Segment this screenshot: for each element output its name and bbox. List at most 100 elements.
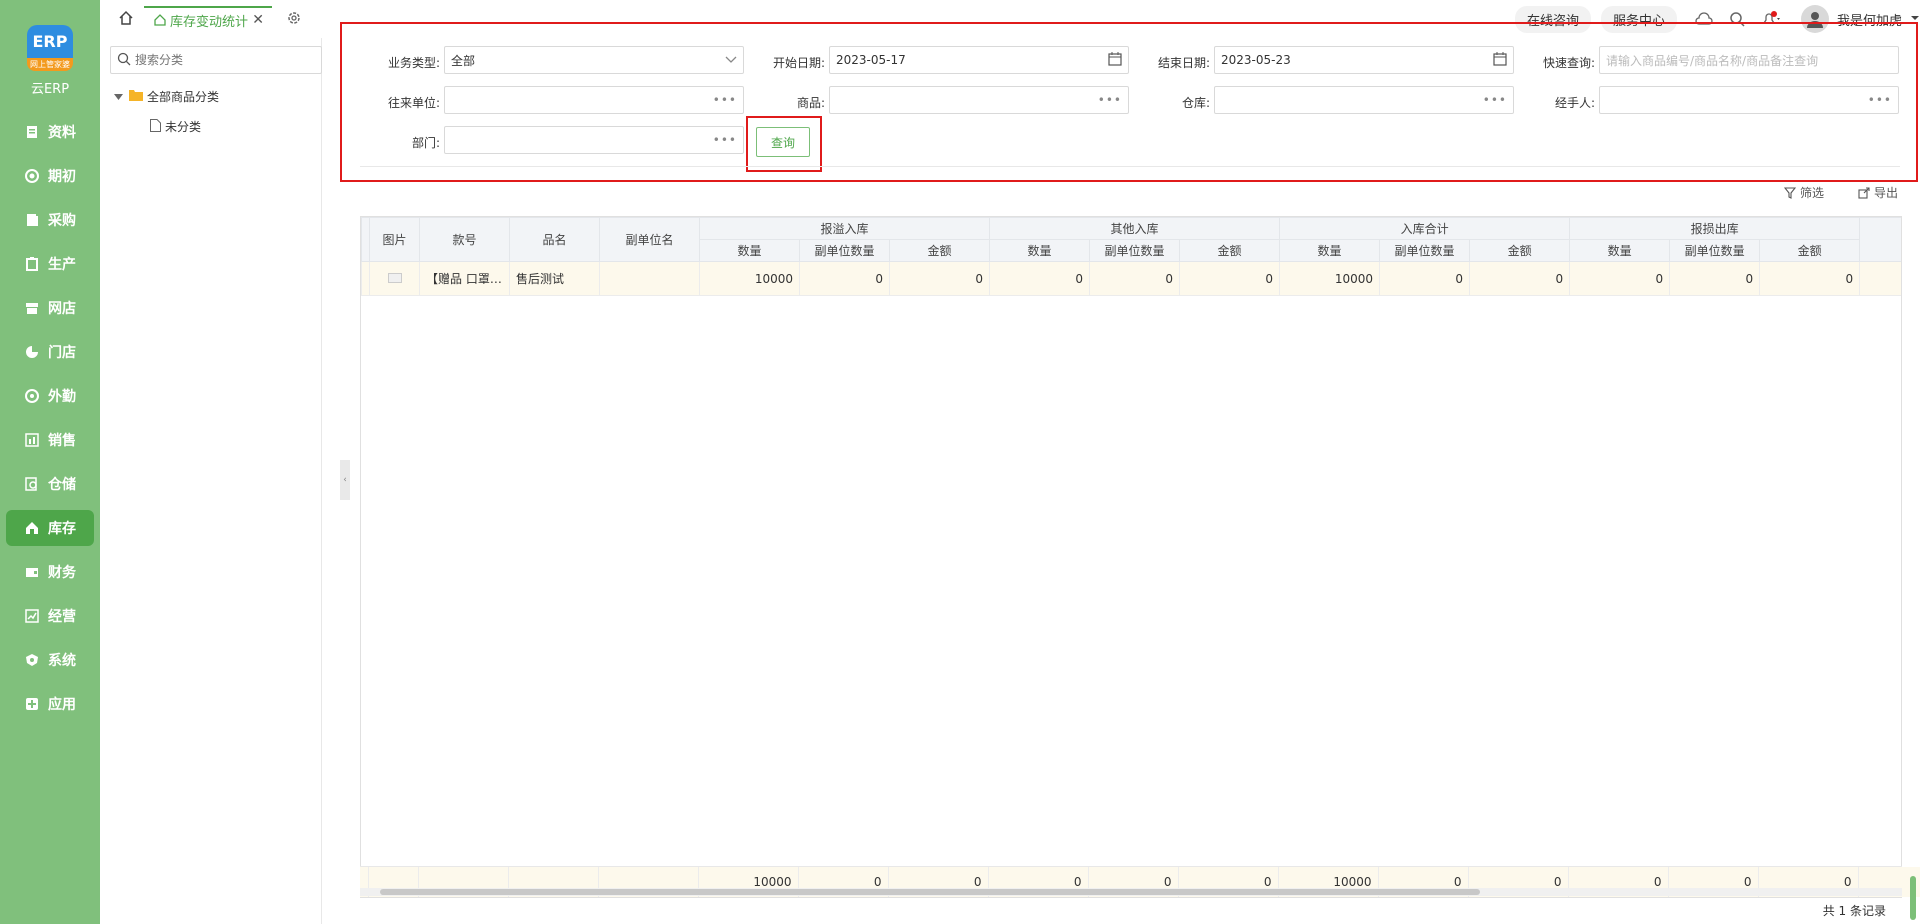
nav-item-opening[interactable]: 期初 — [6, 158, 94, 194]
export-tool[interactable]: 导出 — [1858, 184, 1898, 201]
nav-label: 库存 — [48, 521, 76, 537]
document-icon — [24, 124, 40, 140]
nav-item-system[interactable]: 系统 — [6, 642, 94, 678]
col-image[interactable]: 图片 — [369, 217, 420, 262]
col-sub-qty[interactable]: 副单位数量 — [1379, 239, 1471, 262]
col-amount[interactable]: 金额 — [1759, 239, 1861, 262]
start-date-value: 2023-05-17 — [836, 53, 906, 67]
biz-type-select[interactable]: 全部 — [444, 46, 744, 74]
col-style-no[interactable]: 款号 — [419, 217, 510, 262]
nav-label: 应用 — [48, 697, 76, 713]
nav-label: 外勤 — [48, 389, 76, 405]
nav-item-apps[interactable]: 应用 — [6, 686, 94, 722]
col-name[interactable]: 品名 — [509, 217, 600, 262]
more-icon[interactable]: ••• — [1483, 93, 1507, 107]
nav-item-shop[interactable]: 门店 — [6, 334, 94, 370]
col-qty[interactable]: 数量 — [1279, 239, 1381, 262]
nav-item-finance[interactable]: 财务 — [6, 554, 94, 590]
start-date-label: 开始日期: — [772, 56, 825, 70]
calendar-icon[interactable] — [1493, 51, 1507, 69]
quick-query-input[interactable]: 请输入商品编号/商品名称/商品备注查询 — [1599, 46, 1899, 74]
end-date-label: 结束日期: — [1157, 56, 1210, 70]
wallet-icon — [24, 564, 40, 580]
cell-next — [1859, 261, 1901, 296]
end-date-value: 2023-05-23 — [1221, 53, 1291, 67]
nav-label: 网店 — [48, 301, 76, 317]
gear-icon[interactable] — [286, 10, 302, 29]
more-icon[interactable]: ••• — [713, 93, 737, 107]
erp-logo[interactable]: ERP 网上管家婆 — [27, 25, 73, 71]
table-row[interactable]: 【赠品 口罩… 售后测试 10000 0 0 0 0 0 10000 0 0 0… — [361, 261, 1901, 296]
panel-collapse-handle[interactable]: ‹ — [340, 460, 350, 500]
nav-label: 财务 — [48, 565, 76, 581]
col-qty[interactable]: 数量 — [699, 239, 800, 262]
col-amount[interactable]: 金额 — [888, 239, 991, 262]
nav-item-field[interactable]: 外勤 — [6, 378, 94, 414]
group-other-in: 其他入库 — [989, 217, 1281, 240]
category-search[interactable] — [110, 46, 322, 74]
nav-label: 期初 — [48, 169, 76, 185]
end-date-input[interactable]: 2023-05-23 — [1214, 46, 1514, 74]
book-icon — [24, 212, 40, 228]
col-amount[interactable]: 金额 — [1469, 239, 1571, 262]
app-root: ERP 网上管家婆 云ERP 资料 期初 采购 生产 网店 门店 外勤 销售 仓… — [0, 0, 1920, 924]
nav-item-storage[interactable]: 仓储 — [6, 466, 94, 502]
more-icon[interactable]: ••• — [1098, 93, 1122, 107]
nav-item-sales[interactable]: 销售 — [6, 422, 94, 458]
home-icon[interactable] — [118, 10, 134, 29]
nav-item-purchase[interactable]: 采购 — [6, 202, 94, 238]
more-icon[interactable]: ••• — [713, 133, 737, 147]
col-amount[interactable]: 金额 — [1179, 239, 1281, 262]
horizontal-scrollbar[interactable] — [360, 888, 1902, 896]
col-qty[interactable]: 数量 — [1569, 239, 1671, 262]
cell-value: 0 — [799, 261, 890, 296]
more-icon[interactable]: ••• — [1868, 93, 1892, 107]
cell-image — [369, 261, 420, 296]
cell-value: 0 — [888, 261, 991, 296]
tree-node-uncategorized[interactable]: 未分类 — [150, 118, 201, 135]
logo-text: ERP — [32, 32, 68, 51]
calendar-icon[interactable] — [1108, 51, 1122, 69]
filter-tool[interactable]: 筛选 — [1784, 184, 1824, 201]
tree-node-all[interactable]: 全部商品分类 — [114, 88, 219, 105]
nav-item-production[interactable]: 生产 — [6, 246, 94, 282]
left-nav: ERP 网上管家婆 云ERP 资料 期初 采购 生产 网店 门店 外勤 销售 仓… — [0, 0, 100, 924]
col-sub-unit[interactable]: 副单位名 — [599, 217, 700, 262]
tab-inventory-change[interactable]: 库存变动统计 ✕ — [144, 6, 272, 32]
col-sub-qty[interactable]: 副单位数量 — [799, 239, 890, 262]
partner-picker[interactable]: ••• — [444, 86, 744, 114]
cell-value: 0 — [1669, 261, 1761, 296]
nav-item-operation[interactable]: 经营 — [6, 598, 94, 634]
nav-item-data[interactable]: 资料 — [6, 114, 94, 150]
store-icon — [24, 300, 40, 316]
filter-label: 筛选 — [1800, 186, 1825, 200]
vertical-scrollbar[interactable] — [1910, 876, 1916, 920]
goods-picker[interactable]: ••• — [829, 86, 1129, 114]
category-search-input[interactable] — [135, 53, 315, 67]
quick-query-placeholder: 请输入商品编号/商品名称/商品备注查询 — [1606, 53, 1819, 68]
scrollbar-thumb[interactable] — [380, 889, 1480, 895]
handler-picker[interactable]: ••• — [1599, 86, 1899, 114]
table-main: 图片 款号 品名 副单位名 报溢入库 其他入库 入库合计 报损出库 数量 副单位… — [361, 217, 1901, 296]
cell-value: 0 — [1179, 261, 1281, 296]
group-loss-out: 报损出库 — [1569, 217, 1861, 240]
warehouse-picker[interactable]: ••• — [1214, 86, 1514, 114]
cell-value: 0 — [1469, 261, 1571, 296]
brand-name: 云ERP — [30, 82, 70, 97]
nav-item-online-store[interactable]: 网店 — [6, 290, 94, 326]
warehouse-label: 仓库: — [1181, 96, 1210, 110]
col-sub-qty[interactable]: 副单位数量 — [1089, 239, 1181, 262]
col-qty[interactable]: 数量 — [989, 239, 1091, 262]
caret-down-icon[interactable] — [114, 90, 123, 104]
cell-check — [361, 261, 370, 296]
cell-value: 0 — [989, 261, 1091, 296]
nav-item-inventory[interactable]: 库存 — [6, 510, 94, 546]
dept-picker[interactable]: ••• — [444, 126, 744, 154]
divider — [360, 166, 1900, 167]
query-button[interactable]: 查询 — [756, 127, 810, 157]
start-date-input[interactable]: 2023-05-17 — [829, 46, 1129, 74]
nav-label: 经营 — [48, 609, 76, 625]
quick-query-label: 快速查询: — [1542, 56, 1595, 70]
col-sub-qty[interactable]: 副单位数量 — [1669, 239, 1761, 262]
close-icon[interactable]: ✕ — [252, 12, 264, 28]
